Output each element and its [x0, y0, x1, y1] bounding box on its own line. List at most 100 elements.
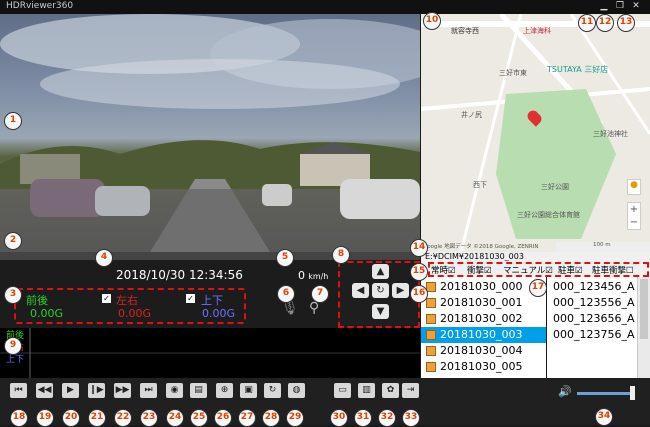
- file-list-item[interactable]: 20181030_004: [421, 343, 546, 359]
- speed-unit: km/h: [308, 272, 329, 281]
- callout-badge: 7: [311, 285, 329, 303]
- callout-badge: 17: [529, 279, 547, 297]
- file-name: 20181030_001: [440, 296, 523, 309]
- gsensor-panel: 前後 0.00G ✓ 左右 0.00G ✓ 上下 0.00G: [14, 288, 246, 324]
- clip-list-item[interactable]: 000_123756_A: [547, 327, 637, 343]
- callout-badge: 3: [4, 286, 22, 304]
- print-button[interactable]: ▤: [190, 383, 207, 398]
- globe-button[interactable]: ◍: [288, 383, 305, 398]
- callout-badge: 19: [36, 409, 54, 427]
- gsensor-value-ud: 0.00G: [202, 307, 236, 320]
- map-label: 三好公園総合体育館: [517, 211, 580, 219]
- next-file-button[interactable]: ⏭: [140, 383, 157, 398]
- volume-slider-track[interactable]: [577, 392, 635, 395]
- step-forward-button[interactable]: ❙▶: [88, 383, 105, 398]
- event-filter-highlight: [428, 262, 649, 277]
- seek-bar[interactable]: [0, 252, 420, 260]
- gsensor-label-lr: 左右: [116, 294, 138, 307]
- delete-button[interactable]: ▥: [358, 383, 375, 398]
- direction-pad: ▲ ◀ ↻ ▶ ▼: [338, 261, 420, 328]
- file-list: 20181030_000 20181030_001 20181030_002 2018…: [421, 277, 546, 378]
- callout-badge: 5: [276, 249, 294, 267]
- callout-badge: 15: [410, 263, 428, 281]
- file-list-item[interactable]: 20181030_002: [421, 311, 546, 327]
- video-file-icon: [426, 346, 436, 356]
- clip-list: 000_123456_A 000_123556_A 000_123656_A 000_…: [547, 277, 637, 378]
- pan-right-button[interactable]: ▶: [392, 283, 409, 298]
- title-bar: HDRviewer360 ▁ ❐ ✕: [0, 0, 650, 14]
- fast-forward-button[interactable]: ▶▶: [114, 383, 131, 398]
- speed-readout: 0 km/h: [298, 269, 328, 282]
- gsensor-checkbox-lr[interactable]: ✓: [102, 294, 111, 303]
- pan-up-button[interactable]: ▲: [372, 264, 389, 279]
- file-list-item[interactable]: 20181030_001: [421, 295, 546, 311]
- callout-badge: 30: [330, 409, 348, 427]
- zoom-controls[interactable]: + −: [627, 202, 641, 230]
- play-button[interactable]: ▶: [62, 383, 79, 398]
- clip-list-item[interactable]: 000_123456_A: [547, 279, 637, 295]
- pegman-icon[interactable]: ●: [627, 179, 641, 195]
- clip-list-item[interactable]: 000_123556_A: [547, 295, 637, 311]
- volume-slider-thumb[interactable]: [630, 386, 635, 400]
- map-label: TSUTAYA 三好店: [547, 65, 609, 74]
- callout-badge: 32: [378, 409, 396, 427]
- callout-badge: 31: [354, 409, 372, 427]
- recording-datetime: 2018/10/30 12:34:56: [116, 268, 243, 282]
- exit-button[interactable]: ⇥: [402, 383, 419, 398]
- file-name: 20181030_005: [440, 360, 523, 373]
- map-view[interactable]: 就容寺西 上津海科 TSUTAYA 三好店 三好市東 三好池神社 三好公園 三好…: [421, 14, 650, 252]
- rotate-button[interactable]: ↻: [264, 383, 281, 398]
- video-frame: [0, 14, 420, 252]
- map-scale: 100 m: [593, 242, 611, 248]
- folder-button[interactable]: ▭: [334, 383, 351, 398]
- clip-list-scrollbar[interactable]: [637, 277, 650, 378]
- gsensor-value-fb: 0.00G: [30, 307, 64, 320]
- callout-badge: 2: [4, 232, 22, 250]
- callout-badge: 13: [617, 14, 635, 32]
- callout-badge: 24: [166, 409, 184, 427]
- callout-badge: 1: [4, 112, 22, 130]
- gsensor-label-ud: 上下: [201, 294, 223, 307]
- gsensor-graph-canvas: [0, 328, 420, 378]
- gsensor-value-lr: 0.00G: [118, 307, 152, 320]
- file-name: 20181030_002: [440, 312, 523, 325]
- callout-badge: 4: [95, 249, 113, 267]
- file-list-item[interactable]: 20181030_005: [421, 359, 546, 375]
- folder-path: E:¥DCIM¥20181030_003: [421, 252, 650, 262]
- pan-left-button[interactable]: ◀: [352, 283, 369, 298]
- map-label: 上津海科: [523, 27, 551, 35]
- callout-badge: 12: [596, 14, 614, 32]
- callout-badge: 27: [238, 409, 256, 427]
- file-name: 20181030_004: [440, 344, 523, 357]
- restore-button[interactable]: ❐: [614, 1, 626, 12]
- video-viewer[interactable]: [0, 14, 420, 252]
- close-button[interactable]: ✕: [630, 1, 642, 12]
- file-list-item[interactable]: 20181030_000: [421, 279, 546, 295]
- callout-badge: 14: [410, 239, 428, 257]
- gsensor-checkbox-ud[interactable]: ✓: [186, 294, 195, 303]
- file-list-item[interactable]: 20181030_003: [421, 327, 546, 343]
- minimize-button[interactable]: ▁: [598, 1, 610, 12]
- gsensor-graph[interactable]: 前後 左右 上下: [0, 328, 420, 378]
- rewind-button[interactable]: ◀◀: [36, 383, 53, 398]
- map-label: 井ノ尻: [461, 111, 482, 119]
- video-file-icon: [426, 362, 436, 372]
- scrollbar-thumb[interactable]: [640, 279, 648, 339]
- video-file-icon: [426, 314, 436, 324]
- callout-badge: 23: [140, 409, 158, 427]
- callout-badge: 33: [402, 409, 420, 427]
- volume-icon[interactable]: 🔊: [558, 385, 572, 398]
- map-label: 三好池神社: [593, 130, 628, 138]
- map-label: 三好公園: [541, 183, 569, 191]
- callout-badge: 9: [4, 337, 22, 355]
- map-footer: Google 地図データ ©2018 Google, ZENRIN: [423, 244, 539, 250]
- pan-down-button[interactable]: ▼: [372, 304, 389, 319]
- prev-file-button[interactable]: ⏮: [10, 383, 27, 398]
- callout-badge: 10: [423, 12, 441, 30]
- clip-list-item[interactable]: 000_123656_A: [547, 311, 637, 327]
- settings-button[interactable]: ✿: [382, 383, 399, 398]
- reset-view-button[interactable]: ↻: [372, 283, 389, 298]
- zoom-button[interactable]: ⊕: [216, 383, 233, 398]
- snapshot-button[interactable]: ◉: [166, 383, 183, 398]
- image-button[interactable]: ▣: [240, 383, 257, 398]
